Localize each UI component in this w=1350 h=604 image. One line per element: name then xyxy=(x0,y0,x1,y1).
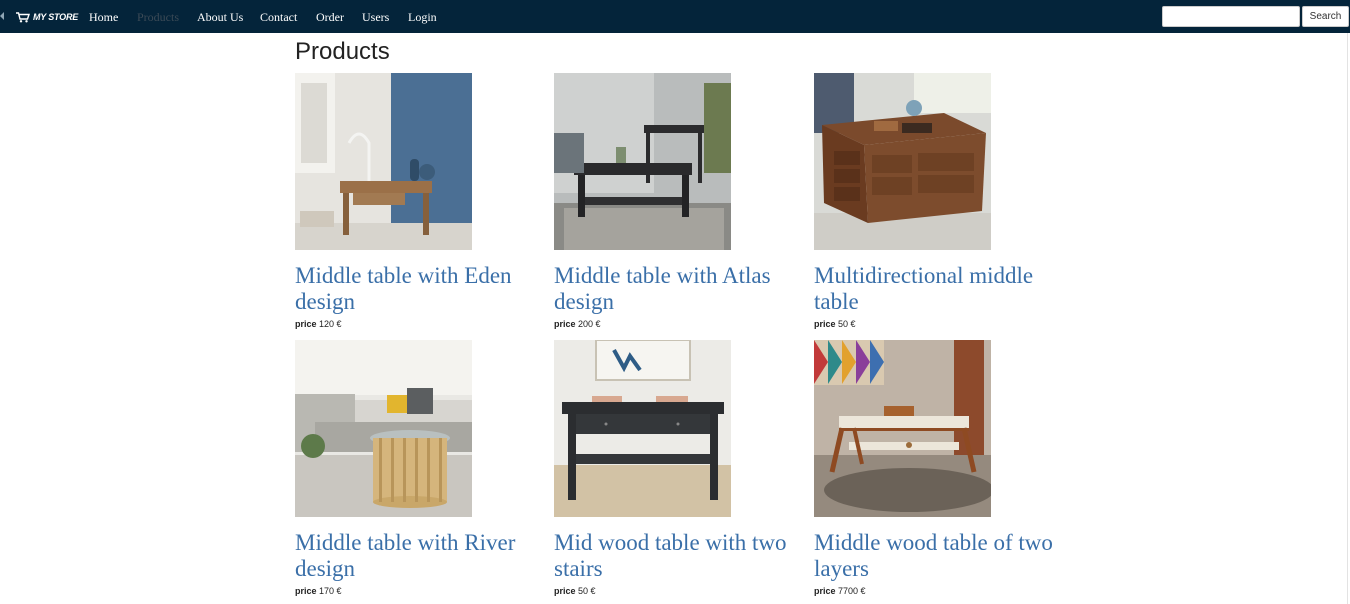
caret-left-icon xyxy=(0,12,4,20)
nav-order[interactable]: Order xyxy=(316,10,344,25)
product-image[interactable] xyxy=(554,340,731,517)
product-image[interactable] xyxy=(814,340,991,517)
product-image[interactable] xyxy=(814,73,991,250)
product-image[interactable] xyxy=(295,340,472,517)
product-price: price 50 € xyxy=(554,586,799,596)
nav-login[interactable]: Login xyxy=(408,10,437,25)
product-card: Middle table with River design price 170… xyxy=(295,340,540,596)
top-navbar: MY STORE Home Products About Us Contact … xyxy=(0,0,1350,33)
product-price: price 200 € xyxy=(554,319,799,329)
price-label: price xyxy=(554,586,576,596)
search-button[interactable]: Search xyxy=(1302,6,1349,27)
product-price: price 50 € xyxy=(814,319,1059,329)
product-card: Mid wood table with two stairs price 50 … xyxy=(554,340,799,596)
page-edge-divider xyxy=(1347,33,1348,604)
nav-users[interactable]: Users xyxy=(362,10,389,25)
product-title-link[interactable]: Middle table with Atlas design xyxy=(554,263,799,315)
price-value: 50 € xyxy=(578,586,596,596)
product-title-link[interactable]: Mid wood table with two stairs xyxy=(554,530,799,582)
nav-contact[interactable]: Contact xyxy=(260,10,297,25)
product-card: Middle table with Eden design price 120 … xyxy=(295,73,540,329)
product-image[interactable] xyxy=(295,73,472,250)
page-title: Products xyxy=(295,38,390,65)
nav-products[interactable]: Products xyxy=(137,10,179,25)
nav-about-us[interactable]: About Us xyxy=(197,10,243,25)
product-price: price 7700 € xyxy=(814,586,1059,596)
product-image[interactable] xyxy=(554,73,731,250)
product-price: price 120 € xyxy=(295,319,540,329)
product-price: price 170 € xyxy=(295,586,540,596)
price-value: 200 € xyxy=(578,319,601,329)
price-label: price xyxy=(814,319,836,329)
price-value: 50 € xyxy=(838,319,856,329)
search-input[interactable] xyxy=(1162,6,1300,27)
product-title-link[interactable]: Middle table with River design xyxy=(295,530,540,582)
product-title-link[interactable]: Multidirectional middle table xyxy=(814,263,1059,315)
price-label: price xyxy=(554,319,576,329)
brand-name: MY STORE xyxy=(33,12,79,22)
price-label: price xyxy=(295,586,317,596)
product-card: Middle table with Atlas design price 200… xyxy=(554,73,799,329)
price-value: 120 € xyxy=(319,319,342,329)
product-card: Multidirectional middle table price 50 € xyxy=(814,73,1059,329)
price-label: price xyxy=(814,586,836,596)
price-value: 170 € xyxy=(319,586,342,596)
product-title-link[interactable]: Middle table with Eden design xyxy=(295,263,540,315)
product-card: Middle wood table of two layers price 77… xyxy=(814,340,1059,596)
price-value: 7700 € xyxy=(838,586,866,596)
nav-home[interactable]: Home xyxy=(89,10,118,25)
product-title-link[interactable]: Middle wood table of two layers xyxy=(814,530,1059,582)
cart-icon xyxy=(16,11,30,22)
brand-logo[interactable]: MY STORE xyxy=(16,9,78,25)
price-label: price xyxy=(295,319,317,329)
